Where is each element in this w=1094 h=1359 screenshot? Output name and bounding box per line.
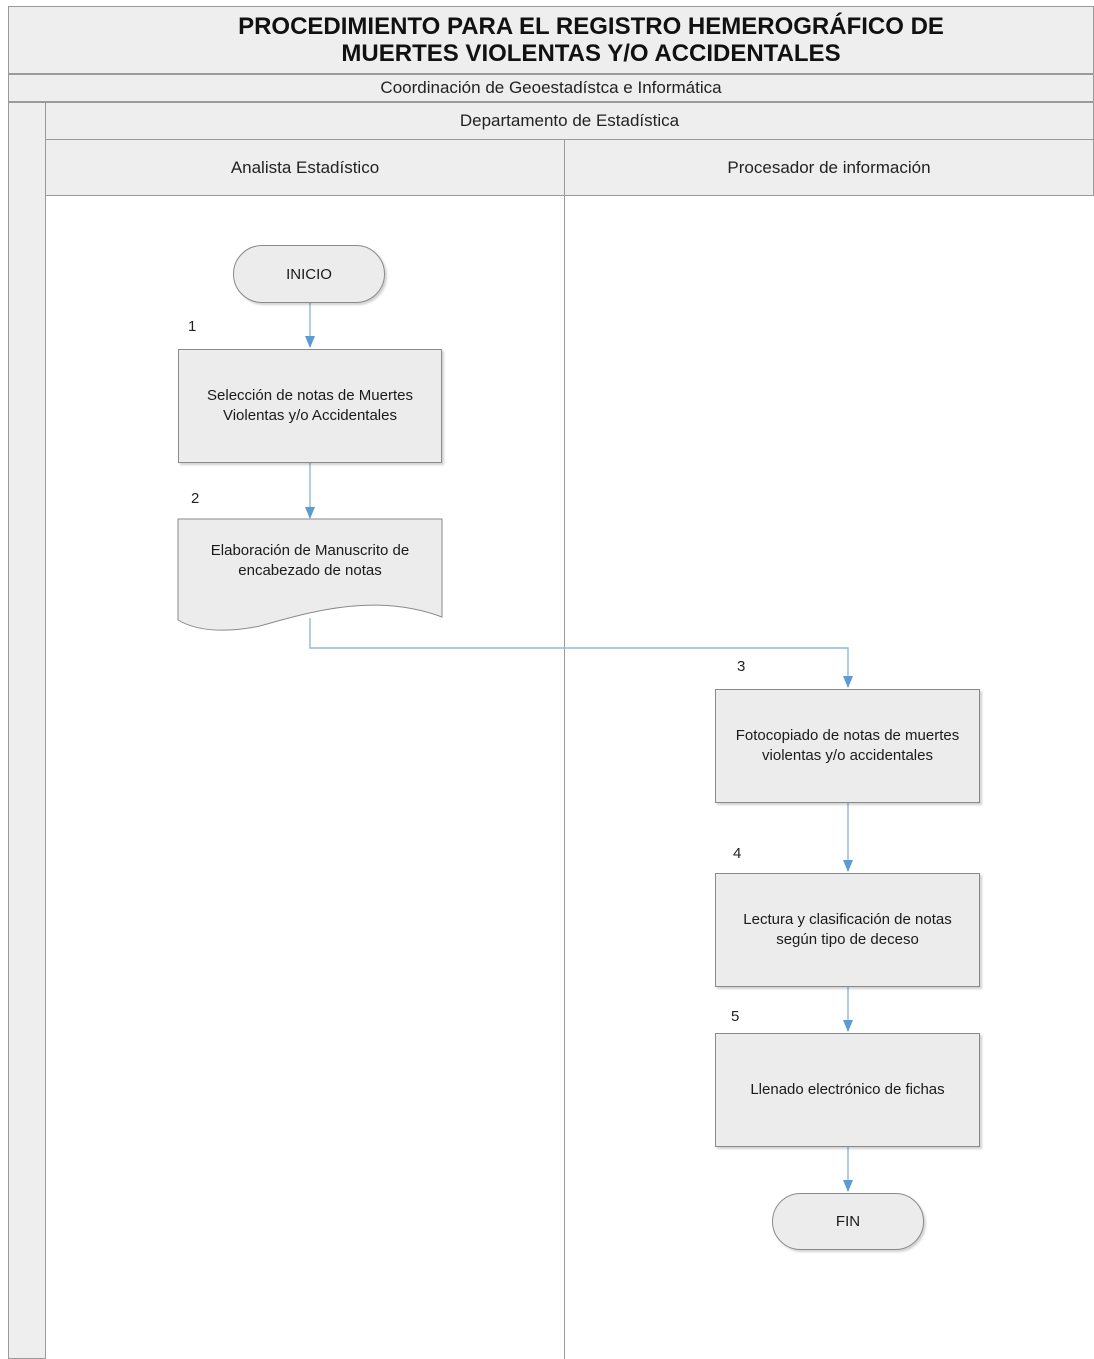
pool-strip [8,102,46,1359]
end-label: FIN [835,1213,861,1230]
step-5-text: Llenado electrónico de fichas [750,1081,945,1098]
step-3-number: 3 [737,658,746,675]
step-2-text: Elaboración de Manuscrito de encabezado … [210,542,410,579]
lane-label-analista: Analista Estadístico [230,157,380,177]
step-4-number: 4 [733,845,742,862]
start-label: INICIO [286,265,332,283]
end-terminal: FIN [772,1193,924,1250]
step-1-number: 1 [188,318,197,335]
coordination-label: Coordinación de Geoestadístca e Informát… [380,78,722,97]
step-1-box: Selección de notas de Muertes Violentas … [178,349,442,463]
step-3-text: Fotocopiado de notas de muertes violenta… [735,727,960,764]
step-4-box: Lectura y clasificación de notas según t… [715,873,980,987]
step-5-number: 5 [731,1008,740,1025]
diagram-connectors [45,196,853,1359]
department-band: Departamento de Estadística [45,102,1094,140]
step-1-text: Selección de notas de Muertes Violentas … [207,387,413,424]
lane-header-analista: Analista Estadístico [45,139,565,196]
step-5-box: Llenado electrónico de fichas [715,1033,980,1147]
coordination-band: Coordinación de Geoestadístca e Informát… [8,74,1094,102]
start-terminal: INICIO [233,245,385,303]
step-2-number: 2 [191,490,200,507]
page-title: PROCEDIMIENTO PARA EL REGISTRO HEMEROGRÁ… [238,13,944,67]
department-label: Departamento de Estadística [459,111,680,130]
lane-label-procesador: Procesador de información [727,157,931,177]
lane-header-procesador: Procesador de información [564,139,1094,196]
connector-2-3 [309,618,853,688]
step-3-box: Fotocopiado de notas de muertes violenta… [715,689,980,803]
step-4-text: Lectura y clasificación de notas según t… [743,911,952,948]
step-2-label-area: Elaboración de Manuscrito de encabezado … [178,519,442,599]
